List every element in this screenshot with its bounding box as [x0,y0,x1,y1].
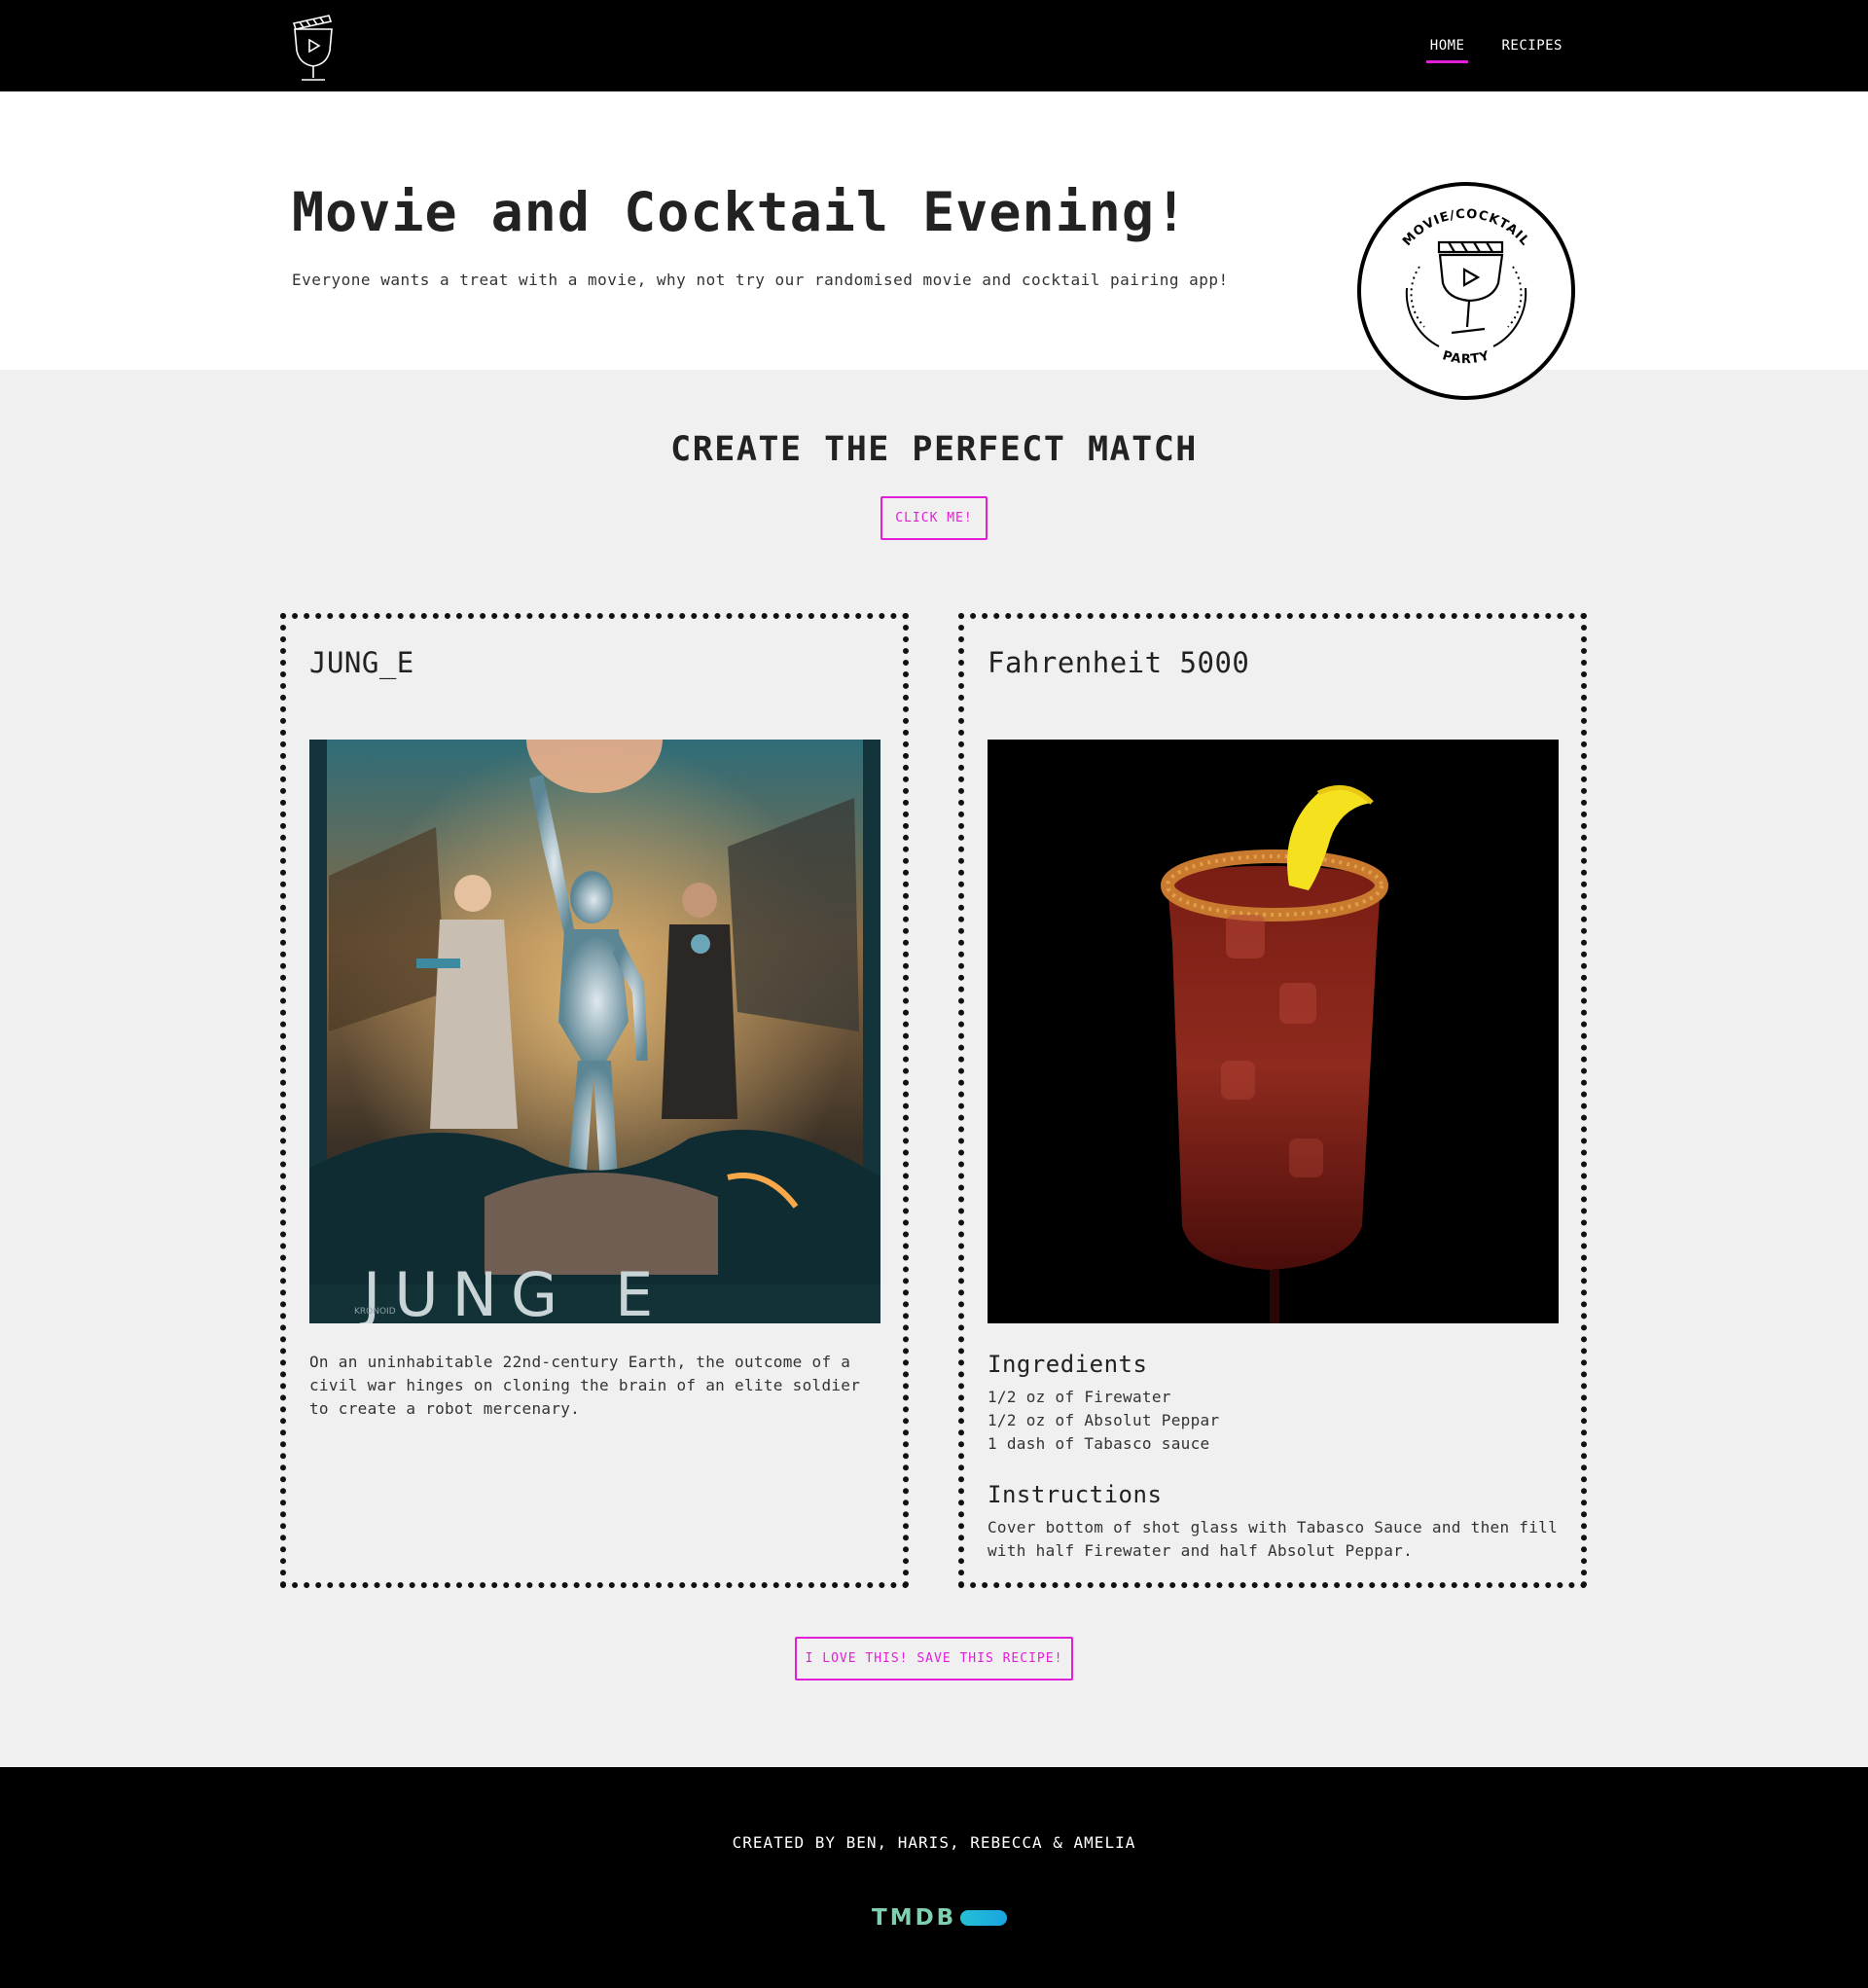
movie-title: JUNG_E [309,646,414,679]
drink-image [988,740,1559,1323]
movie-card: JUNG_E JUNG_E KRONOID On an uninhabitabl… [280,613,909,1588]
ingredient-item: 1 dash of Tabasco sauce [988,1434,1210,1453]
hero-section: Movie and Cocktail Evening! Everyone wan… [0,91,1868,370]
click-me-button[interactable]: CLICK ME! [880,496,988,540]
page-title: Movie and Cocktail Evening! [292,181,1189,243]
nav-home-link[interactable]: HOME [1425,30,1469,63]
drink-card: Fahrenheit 5000 Ingredients 1/2 oz of Fi… [958,613,1587,1588]
instructions-text: Cover bottom of shot glass with Tabasco … [988,1518,1559,1560]
ingredients-heading: Ingredients [988,1351,1148,1378]
tmdb-pill-icon [960,1910,1008,1926]
hero-subtitle: Everyone wants a treat with a movie, why… [292,271,1229,289]
nav-recipes-link[interactable]: RECIPES [1497,30,1566,61]
ingredient-item: 1/2 oz of Absolut Peppar [988,1411,1220,1429]
tmdb-logo[interactable]: TMDB [872,1903,1008,1933]
ingredients-list: 1/2 oz of Firewater 1/2 oz of Absolut Pe… [988,1386,1219,1456]
tmdb-logo-text: TMDB [872,1905,957,1931]
ingredient-item: 1/2 oz of Firewater [988,1388,1171,1406]
poster-title-text: JUNG_E [359,1259,666,1323]
movie-poster: JUNG_E KRONOID [309,740,880,1323]
instructions-heading: Instructions [988,1481,1163,1508]
footer: CREATED BY BEN, HARIS, REBECCA & AMELIA … [0,1767,1868,1988]
movie-description: On an uninhabitable 22nd-century Earth, … [309,1353,861,1418]
drink-title: Fahrenheit 5000 [988,646,1250,679]
navbar: HOME RECIPES [0,0,1868,91]
poster-studio-text: KRONOID [354,1307,396,1317]
movie-poster-art: JUNG_E KRONOID [309,740,880,1323]
drink-photo [988,740,1559,1323]
cocktail-clapper-logo-icon[interactable] [290,8,337,84]
footer-credit: CREATED BY BEN, HARIS, REBECCA & AMELIA [732,1833,1136,1852]
save-recipe-button[interactable]: I LOVE THIS! SAVE THIS RECIPE! [795,1637,1073,1681]
movie-cocktail-party-badge: MOVIE/COCKTAIL PARTY [1357,182,1575,400]
match-heading: CREATE THE PERFECT MATCH [670,430,1198,469]
